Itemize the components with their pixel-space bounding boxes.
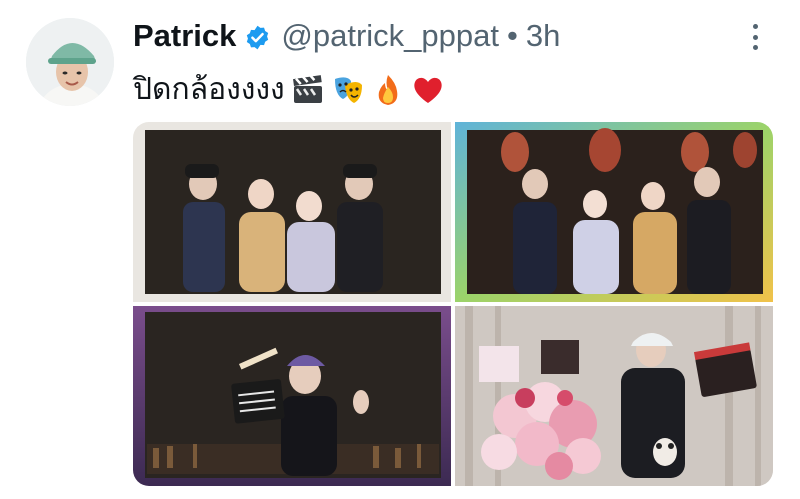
photo-group-lanterns[interactable] [455,122,773,302]
timestamp[interactable]: 3h [526,18,560,54]
tweet-body: ปิดกล้องงงง [133,73,285,106]
verified-badge-icon [244,23,271,50]
display-name[interactable]: Patrick [133,18,236,54]
media-grid [133,122,773,486]
user-handle[interactable]: @patrick_pppat [281,18,499,54]
tweet-text: ปิดกล้องงงง [133,66,445,113]
red-heart-emoji-icon [411,73,445,107]
tweet-header: Patrick @patrick_pppat • 3h [133,14,560,58]
clapperboard-emoji-icon [291,73,325,107]
photo-group-costumes[interactable] [133,122,451,302]
photo-flowers[interactable] [455,306,773,486]
fire-emoji-icon [371,73,405,107]
avatar[interactable] [26,18,114,106]
separator-dot: • [507,18,518,53]
photo-clapperboard[interactable] [133,306,451,486]
performing-arts-emoji-icon [331,73,365,107]
more-options-icon[interactable] [742,22,768,52]
